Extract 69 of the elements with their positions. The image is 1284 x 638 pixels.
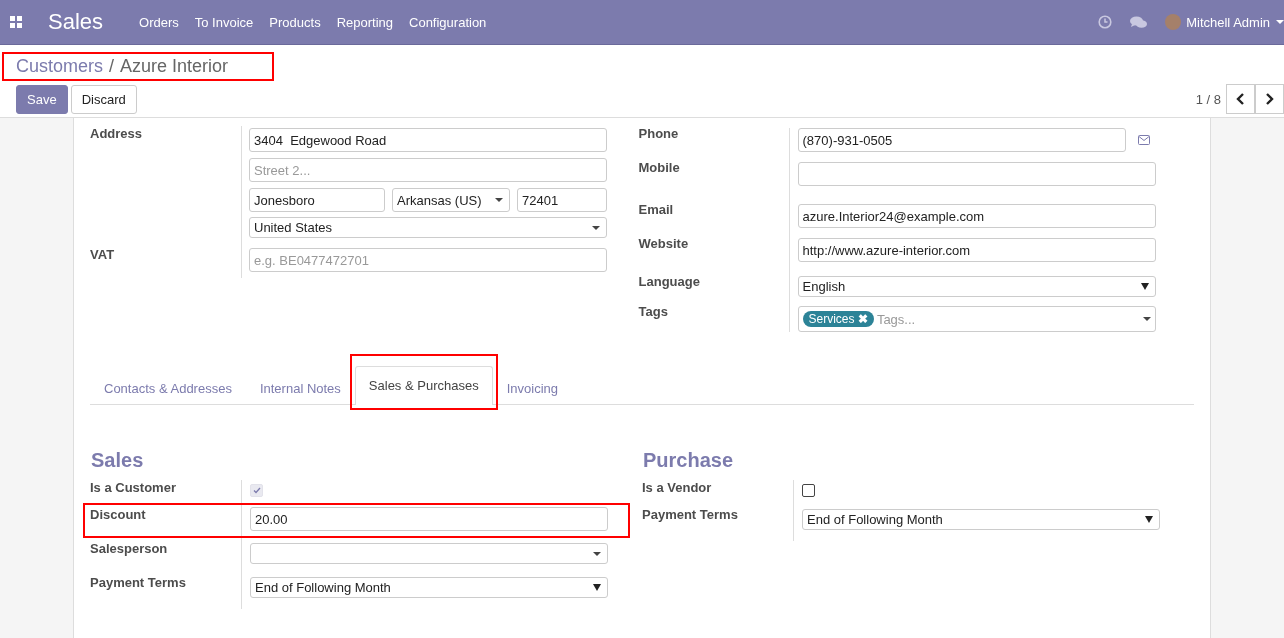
field-label: Mobile — [638, 160, 681, 175]
dropdown-field[interactable] — [250, 543, 608, 564]
field-label: Tags — [638, 304, 669, 319]
text-field[interactable] — [797, 162, 1156, 186]
tab[interactable]: Internal Notes — [245, 372, 355, 405]
caret-icon — [592, 225, 600, 230]
caret-icon — [1142, 317, 1151, 321]
dropdown-arrow-icon — [1145, 516, 1153, 523]
text-field[interactable]: (870)-931-0505 — [797, 128, 1126, 152]
text-field[interactable]: azure.Interior24@example.com — [797, 204, 1156, 228]
select-field[interactable]: English — [797, 276, 1156, 297]
field-label: Language — [638, 274, 701, 289]
tag: Services ✖ — [802, 311, 874, 327]
tab[interactable]: Invoicing — [492, 372, 572, 405]
section-heading: Sales — [91, 449, 145, 472]
chat-bubbles-icon[interactable] — [1130, 15, 1148, 29]
caret-icon — [495, 198, 503, 202]
dropdown-arrow-icon — [1140, 283, 1149, 290]
section-heading: Purchase — [643, 449, 735, 472]
breadcrumb-separator: / — [109, 56, 115, 77]
text-field[interactable]: 20.00 — [250, 507, 608, 531]
field-label: Payment Terms — [642, 507, 794, 541]
field-label: VAT — [90, 247, 116, 262]
text-field[interactable]: http://www.azure-interior.com — [797, 238, 1156, 262]
menu-item[interactable]: Orders — [139, 14, 179, 30]
discard-button[interactable]: Discard — [70, 84, 137, 114]
street2-field[interactable]: Street 2... — [249, 158, 607, 182]
tags-placeholder: Tags... — [876, 311, 917, 327]
pager-counter: 1 / 8 — [1195, 91, 1221, 107]
field-label: Email — [638, 202, 675, 217]
tab[interactable]: Sales & Purchases — [354, 366, 493, 405]
field-label: Is a Customer — [90, 480, 242, 507]
menu-item[interactable]: Products — [269, 14, 321, 30]
city-field[interactable]: Jonesboro — [249, 188, 385, 212]
caret-icon — [593, 551, 601, 556]
clock-icon[interactable] — [1098, 15, 1113, 29]
chevron-left-icon — [1236, 93, 1245, 105]
checkbox[interactable] — [802, 484, 815, 497]
menu-item[interactable]: Configuration — [409, 14, 487, 30]
field-label: Discount — [90, 507, 242, 541]
breadcrumb-link[interactable]: Customers — [16, 56, 104, 77]
previous-button[interactable] — [1226, 84, 1255, 114]
select-field[interactable]: End of Following Month — [802, 509, 1160, 530]
next-button[interactable] — [1255, 84, 1284, 114]
user-menu[interactable]: Mitchell Admin — [1186, 14, 1270, 30]
field-label: Payment Terms — [90, 575, 242, 609]
dropdown-arrow-icon — [593, 584, 601, 591]
app-title: Sales — [48, 9, 104, 35]
apps-grid-icon[interactable] — [10, 16, 22, 28]
tags-field[interactable]: Services ✖ Tags... — [797, 306, 1156, 332]
state-dropdown[interactable]: Arkansas (US) — [392, 188, 510, 212]
zip-field[interactable]: 72401 — [517, 188, 607, 212]
country-dropdown[interactable]: United States — [249, 217, 607, 238]
field-label: Salesperson — [90, 541, 242, 575]
tab[interactable]: Contacts & Addresses — [90, 372, 246, 405]
field-label: Is a Vendor — [642, 480, 794, 507]
chevron-right-icon — [1265, 93, 1274, 105]
breadcrumb-current: Azure Interior — [120, 56, 229, 77]
menu-item[interactable]: Reporting — [336, 14, 393, 30]
vat-field[interactable]: e.g. BE0477472701 — [249, 248, 607, 272]
street-field[interactable]: 3404 Edgewood Road — [249, 128, 607, 152]
field-label: Address — [90, 126, 144, 141]
save-button[interactable]: Save — [16, 84, 68, 114]
caret-icon[interactable] — [1276, 20, 1284, 24]
envelope-icon[interactable] — [1137, 135, 1150, 145]
select-field[interactable]: End of Following Month — [250, 577, 608, 598]
field-label: Phone — [638, 126, 680, 141]
field-label: Website — [638, 236, 690, 251]
menu-item[interactable]: To Invoice — [194, 14, 254, 30]
